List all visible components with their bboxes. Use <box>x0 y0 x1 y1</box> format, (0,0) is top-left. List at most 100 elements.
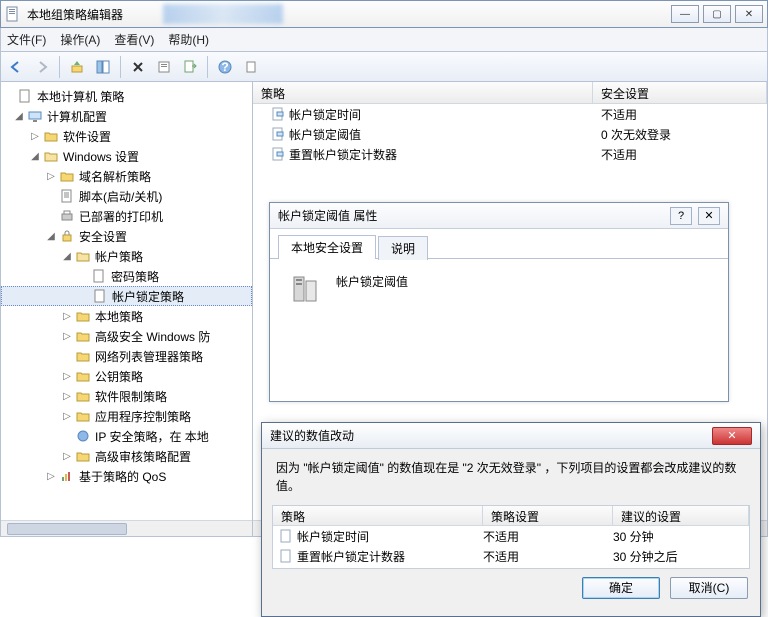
help-button[interactable]: ? <box>670 207 692 225</box>
tree-netlist[interactable]: 网络列表管理器策略 <box>93 348 205 365</box>
qos-icon <box>59 468 75 484</box>
properties-titlebar[interactable]: 帐户锁定阈值 属性 ? ✕ <box>270 203 728 229</box>
tree-ipsec[interactable]: IP 安全策略，在 本地 <box>93 428 211 445</box>
blurred-region <box>163 4 283 24</box>
up-button[interactable] <box>66 56 88 78</box>
suggested-message: 因为 "帐户锁定阈值" 的数值现在是 "2 次无效登录" ，下列项目的设置都会改… <box>262 449 760 505</box>
folder-icon <box>75 348 91 364</box>
list-row[interactable]: 重置帐户锁定计数器 不适用 <box>253 144 767 164</box>
policy-item-icon <box>279 529 293 543</box>
suggested-titlebar[interactable]: 建议的数值改动 ✕ <box>262 423 760 449</box>
tree-password[interactable]: 密码策略 <box>109 268 161 285</box>
tree-wfas[interactable]: 高级安全 Windows 防 <box>93 328 212 345</box>
expander-icon[interactable]: ▷ <box>29 131 41 142</box>
policy-item-icon <box>271 147 285 161</box>
expander-icon[interactable]: ▷ <box>61 331 73 342</box>
maximize-button[interactable]: ▢ <box>703 5 731 23</box>
tree-winset[interactable]: Windows 设置 <box>61 148 141 165</box>
expander-icon[interactable]: ◢ <box>29 151 41 162</box>
back-button[interactable] <box>5 56 27 78</box>
menu-view[interactable]: 查看(V) <box>114 31 154 48</box>
tree-hscroll[interactable] <box>1 520 252 536</box>
properties-title: 帐户锁定阈值 属性 <box>278 207 664 224</box>
forward-button[interactable] <box>31 56 53 78</box>
expander-icon[interactable]: ▷ <box>61 411 73 422</box>
expander-icon[interactable]: ◢ <box>13 111 25 122</box>
col-policy[interactable]: 策略 <box>253 82 593 103</box>
expander-icon[interactable]: ◢ <box>45 231 57 242</box>
refresh-button[interactable] <box>240 56 262 78</box>
export-button[interactable] <box>179 56 201 78</box>
tree-dns[interactable]: 域名解析策略 <box>77 168 153 185</box>
folder-icon <box>59 168 75 184</box>
col-suggest[interactable]: 建议的设置 <box>613 506 749 525</box>
expander-icon[interactable]: ▷ <box>45 471 57 482</box>
minimize-button[interactable]: — <box>671 5 699 23</box>
delete-button[interactable] <box>127 56 149 78</box>
tree-printer[interactable]: 已部署的打印机 <box>77 208 165 225</box>
expander-icon[interactable]: ▷ <box>61 311 73 322</box>
close-button[interactable]: ✕ <box>735 5 763 23</box>
suggested-list[interactable]: 策略 策略设置 建议的设置 帐户锁定时间 不适用 30 分钟 重置帐户锁定计数器… <box>272 505 750 569</box>
suggested-title: 建议的数值改动 <box>270 427 712 444</box>
list-row[interactable]: 帐户锁定时间 不适用 <box>253 104 767 124</box>
ok-button[interactable]: 确定 <box>582 577 660 599</box>
menu-action[interactable]: 操作(A) <box>60 31 100 48</box>
tab-description[interactable]: 说明 <box>378 236 428 260</box>
policy-list[interactable]: 帐户锁定时间 不适用 帐户锁定阈值 0 次无效登录 重置帐户锁定计数器 不适用 <box>253 104 767 164</box>
folder-icon <box>43 128 59 144</box>
tree-pubkey[interactable]: 公钥策略 <box>93 368 145 385</box>
suggested-values-dialog: 建议的数值改动 ✕ 因为 "帐户锁定阈值" 的数值现在是 "2 次无效登录" ，… <box>261 422 761 617</box>
properties-dialog: 帐户锁定阈值 属性 ? ✕ 本地安全设置 说明 帐户锁定阈值 <box>269 202 729 402</box>
close-button[interactable]: ✕ <box>712 427 752 445</box>
show-hide-tree-button[interactable] <box>92 56 114 78</box>
list-row[interactable]: 帐户锁定阈值 0 次无效登录 <box>253 124 767 144</box>
tree-qos[interactable]: 基于策略的 QoS <box>77 468 168 485</box>
dialog-buttons: 确定 取消(C) <box>262 569 760 607</box>
folder-icon <box>75 368 91 384</box>
expander-icon[interactable]: ▷ <box>45 171 57 182</box>
suggested-row[interactable]: 重置帐户锁定计数器 不适用 30 分钟之后 <box>273 546 749 566</box>
tree-local[interactable]: 本地策略 <box>93 308 145 325</box>
menu-file[interactable]: 文件(F) <box>7 31 46 48</box>
suggested-list-header: 策略 策略设置 建议的设置 <box>273 506 749 526</box>
tree-security[interactable]: 安全设置 <box>77 228 129 245</box>
tree-computer[interactable]: 计算机配置 <box>45 108 109 125</box>
script-icon <box>59 188 75 204</box>
server-icon <box>288 273 320 305</box>
policy-item-icon <box>271 107 285 121</box>
policy-item-icon <box>271 127 285 141</box>
svg-text:?: ? <box>221 60 228 74</box>
tree-lockout[interactable]: 帐户锁定策略 <box>110 288 186 305</box>
help-button[interactable]: ? <box>214 56 236 78</box>
tree-script[interactable]: 脚本(启动/关机) <box>77 188 164 205</box>
folder-open-icon <box>75 248 91 264</box>
tree-root[interactable]: 本地计算机 策略 <box>35 88 126 105</box>
tree-account[interactable]: 帐户策略 <box>93 248 145 265</box>
folder-icon <box>75 408 91 424</box>
folder-icon <box>75 448 91 464</box>
folder-icon <box>75 308 91 324</box>
menu-help[interactable]: 帮助(H) <box>168 31 209 48</box>
tree-view[interactable]: 本地计算机 策略 ◢ 计算机配置 ▷ 软件设置 ◢ Windows 设置 ▷ 域名解析策… <box>1 82 253 536</box>
ipsec-icon <box>75 428 91 444</box>
client-area: 本地计算机 策略 ◢ 计算机配置 ▷ 软件设置 ◢ Windows 设置 ▷ 域名解析策… <box>0 82 768 537</box>
tab-local-security[interactable]: 本地安全设置 <box>278 235 376 259</box>
expander-icon[interactable]: ▷ <box>61 391 73 402</box>
suggested-row[interactable]: 帐户锁定时间 不适用 30 分钟 <box>273 526 749 546</box>
col-policy[interactable]: 策略 <box>273 506 483 525</box>
list-header: 策略 安全设置 <box>253 82 767 104</box>
expander-icon[interactable]: ▷ <box>61 371 73 382</box>
tree-soft[interactable]: 软件设置 <box>61 128 113 145</box>
close-button[interactable]: ✕ <box>698 207 720 225</box>
expander-icon[interactable]: ▷ <box>61 451 73 462</box>
properties-button[interactable] <box>153 56 175 78</box>
col-setting[interactable]: 安全设置 <box>593 82 767 103</box>
cancel-button[interactable]: 取消(C) <box>670 577 748 599</box>
folder-icon <box>75 388 91 404</box>
col-setting[interactable]: 策略设置 <box>483 506 613 525</box>
tree-softrest[interactable]: 软件限制策略 <box>93 388 169 405</box>
tree-audit[interactable]: 高级审核策略配置 <box>93 448 193 465</box>
tree-appctrl[interactable]: 应用程序控制策略 <box>93 408 193 425</box>
expander-icon[interactable]: ◢ <box>61 251 73 262</box>
